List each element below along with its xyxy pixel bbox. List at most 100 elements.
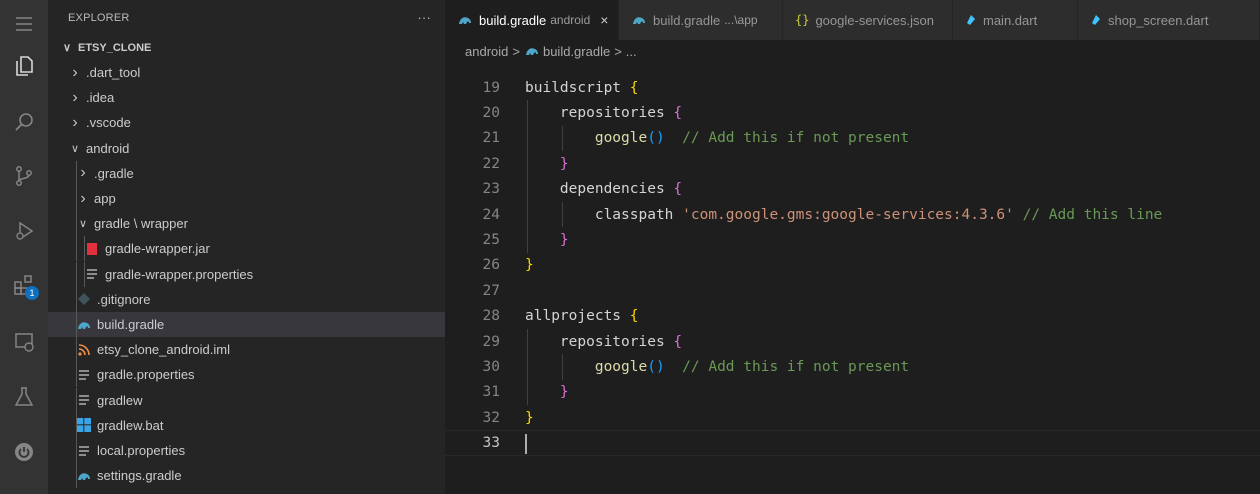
indent-guide xyxy=(562,125,563,152)
breadcrumb-more[interactable]: ... xyxy=(626,44,637,59)
tab-google-services-json[interactable]: {} google-services.json xyxy=(783,0,953,40)
tree-file[interactable]: gradlew xyxy=(48,387,445,413)
code-line[interactable]: 28 allprojects { xyxy=(445,304,1260,329)
code-token: buildscript xyxy=(525,79,630,96)
code-line[interactable]: 22 } xyxy=(445,151,1260,176)
git-icon xyxy=(76,291,92,307)
tree-file[interactable]: gradle-wrapper.jar xyxy=(48,236,445,262)
extensions-icon[interactable]: 1 xyxy=(0,261,48,309)
more-actions-icon[interactable]: ··· xyxy=(417,10,431,25)
code-token: } xyxy=(525,409,534,426)
tree-folder[interactable]: ∨ gradle \ wrapper xyxy=(48,211,445,237)
explorer-title: EXPLORER xyxy=(68,11,130,24)
indent-guide xyxy=(76,186,77,211)
code-token: repositories xyxy=(525,333,674,350)
tab-build-gradle[interactable]: build.gradle android × xyxy=(445,0,619,40)
indent-guide xyxy=(84,236,85,262)
tree-file[interactable]: settings.gradle xyxy=(48,463,445,489)
code-token: allprojects xyxy=(525,308,630,325)
gradle-icon xyxy=(76,468,92,484)
tree-file[interactable]: build.gradle xyxy=(48,312,445,337)
source-control-icon[interactable] xyxy=(0,152,48,200)
indent-guide xyxy=(527,100,528,253)
line-number: 24 xyxy=(482,206,500,223)
code-token: } xyxy=(559,232,569,249)
line-number: 30 xyxy=(482,358,500,375)
code-line[interactable]: 31 } xyxy=(445,380,1260,405)
tab-description: ...\app xyxy=(724,13,758,27)
line-number: 19 xyxy=(482,79,500,96)
code-token: // Add this if not present xyxy=(664,358,910,375)
indent-guide xyxy=(76,463,77,489)
search-icon[interactable] xyxy=(0,98,48,146)
tree-file[interactable]: local.properties xyxy=(48,438,445,463)
editor-tabs: build.gradle android × build.gradle ...\app{… xyxy=(445,0,1260,40)
code-token: google xyxy=(594,358,648,375)
code-line[interactable]: 20 repositories { xyxy=(445,100,1260,125)
files-icon[interactable] xyxy=(0,42,48,90)
close-icon[interactable]: × xyxy=(600,12,608,28)
tree-folder[interactable]: › .gradle xyxy=(48,160,445,186)
code-token: 'com.google.gms:google-services:4.3.6' xyxy=(682,206,1014,223)
code-line[interactable]: 30 google() // Add this if not present xyxy=(445,354,1260,379)
line-number: 26 xyxy=(482,257,500,274)
testing-icon[interactable] xyxy=(0,373,48,421)
tree-file[interactable]: .gitignore xyxy=(48,286,445,312)
tab-shop-screen-dart[interactable]: shop_screen.dart xyxy=(1078,0,1260,40)
editor-area: build.gradle android × build.gradle ...\app{… xyxy=(445,0,1260,494)
code-line[interactable]: 19 buildscript { xyxy=(445,75,1260,100)
code-text: } xyxy=(525,232,569,248)
code-text: allprojects { xyxy=(525,308,639,324)
menu-icon[interactable] xyxy=(0,0,48,48)
tree-item-label: etsy_clone_android.iml xyxy=(97,342,230,358)
code-line[interactable]: 23 dependencies { xyxy=(445,177,1260,202)
code-editor[interactable]: 19 buildscript {20 repositories {21 googl… xyxy=(445,75,1260,456)
tree-item-label: settings.gradle xyxy=(97,468,182,484)
tree-item-label: build.gradle xyxy=(97,317,165,332)
code-line[interactable]: 33 xyxy=(445,430,1260,456)
properties-icon xyxy=(76,367,92,383)
tree-item-label: gradlew xyxy=(97,392,143,408)
tree-file[interactable]: gradlew.bat xyxy=(48,412,445,438)
indent-guide xyxy=(527,329,528,406)
tree-folder[interactable]: › .vscode xyxy=(48,110,445,135)
tab-main-dart[interactable]: main.dart xyxy=(953,0,1078,40)
breadcrumb-file[interactable]: build.gradle xyxy=(543,44,610,59)
tree-item-label: gradle \ wrapper xyxy=(94,216,188,232)
tree-folder[interactable]: › app xyxy=(48,186,445,211)
chevron-right-icon: › xyxy=(72,88,78,106)
code-line[interactable]: 29 repositories { xyxy=(445,329,1260,354)
code-line[interactable]: 32} xyxy=(445,405,1260,430)
breadcrumb-folder[interactable]: android xyxy=(465,44,508,59)
power-icon[interactable] xyxy=(0,428,48,476)
gradle-icon xyxy=(524,43,540,59)
tree-folder[interactable]: › .dart_tool xyxy=(48,60,445,85)
chevron-down-icon: ∨ xyxy=(62,42,72,54)
run-debug-icon[interactable] xyxy=(0,207,48,255)
tree-folder[interactable]: › .idea xyxy=(48,85,445,110)
chevron-right-icon: › xyxy=(80,189,86,207)
explorer-header: EXPLORER ··· xyxy=(48,0,445,35)
code-line[interactable]: 25 } xyxy=(445,227,1260,252)
code-token: google xyxy=(594,130,648,147)
code-line[interactable]: 21 google() // Add this if not present xyxy=(445,126,1260,151)
code-token: { xyxy=(629,79,639,96)
line-number: 21 xyxy=(482,130,500,147)
tree-item-label: gradle-wrapper.jar xyxy=(105,241,210,257)
code-token: { xyxy=(673,333,683,350)
tree-file[interactable]: gradle-wrapper.properties xyxy=(48,261,445,287)
tab-build-gradle[interactable]: build.gradle ...\app xyxy=(619,0,783,40)
code-token: () xyxy=(647,130,665,147)
code-line[interactable]: 26} xyxy=(445,253,1260,278)
project-root[interactable]: ∨ ETSY_CLONE xyxy=(48,35,445,60)
tree-folder[interactable]: ∨ android xyxy=(48,136,445,161)
code-line[interactable]: 27 xyxy=(445,278,1260,303)
json-icon: {} xyxy=(795,13,810,27)
remote-explorer-icon[interactable] xyxy=(0,318,48,366)
properties-icon xyxy=(76,392,92,408)
tree-file[interactable]: etsy_clone_android.iml xyxy=(48,337,445,363)
project-label: ETSY_CLONE xyxy=(78,41,152,54)
code-line[interactable]: 24 classpath 'com.google.gms:google-serv… xyxy=(445,202,1260,227)
tree-file[interactable]: gradle.properties xyxy=(48,362,445,388)
